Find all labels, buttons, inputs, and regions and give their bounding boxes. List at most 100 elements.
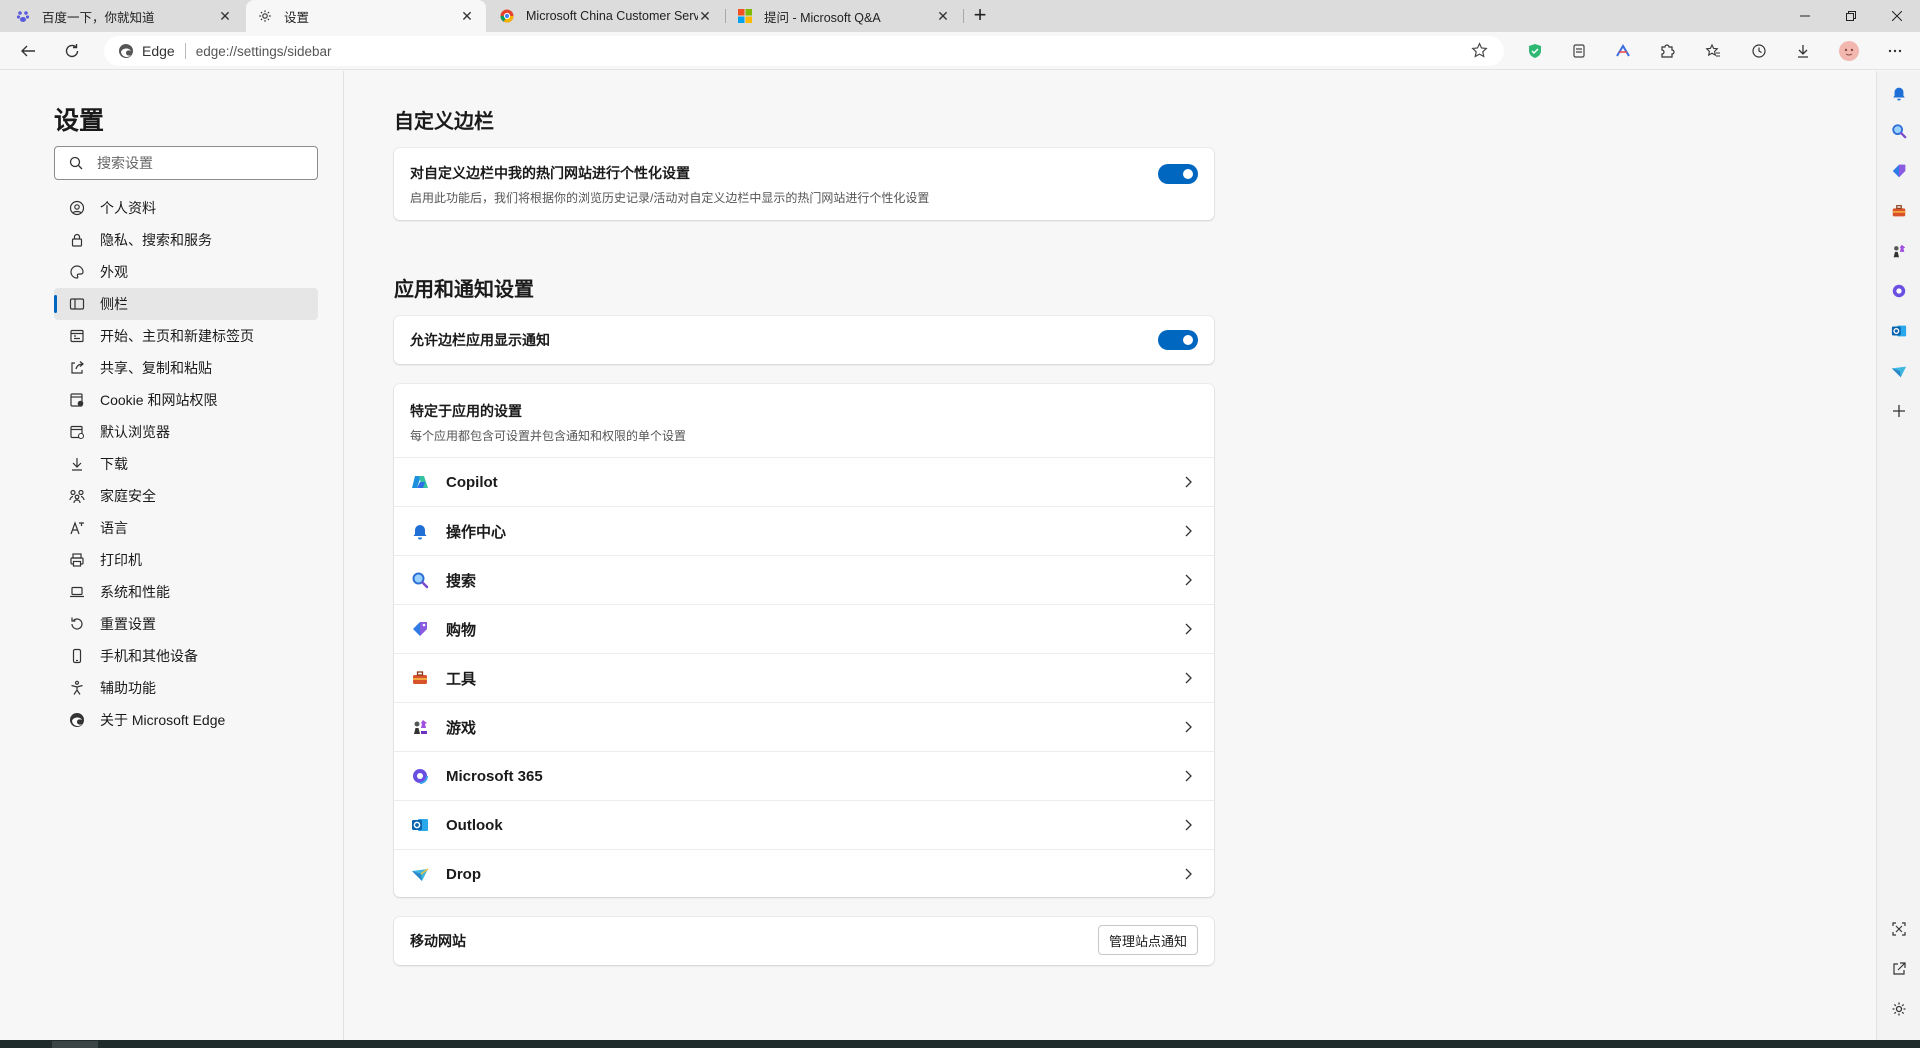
close-icon[interactable]: ✕	[218, 8, 232, 25]
app-row-drop[interactable]: Drop	[394, 849, 1214, 898]
allow-notify-toggle[interactable]	[1158, 330, 1198, 350]
manage-site-notifications-button[interactable]: 管理站点通知	[1097, 925, 1198, 955]
sidebar-item-cookies[interactable]: Cookie 和网站权限	[54, 384, 318, 416]
app-settings-card: 特定于应用的设置 每个应用都包含可设置并包含通知和权限的单个设置 Copilot…	[394, 384, 1214, 897]
mobile-sites-label: 移动网站	[410, 933, 466, 949]
search-icon[interactable]	[1889, 121, 1909, 141]
chevron-right-icon	[1180, 768, 1196, 789]
sidebar-item-language[interactable]: 语言	[54, 512, 318, 544]
m365-icon[interactable]	[1889, 281, 1909, 301]
sidebar-item-privacy[interactable]: 隐私、搜索和服务	[54, 224, 318, 256]
sidebar-item-start-home[interactable]: 开始、主页和新建标签页	[54, 320, 318, 352]
sidebar-item-default-browser[interactable]: 默认浏览器	[54, 416, 318, 448]
close-icon[interactable]: ✕	[936, 8, 950, 25]
toolbox-icon[interactable]	[1889, 201, 1909, 221]
address-separator	[184, 43, 186, 59]
shield-extension-icon[interactable]	[1523, 39, 1547, 63]
sidebar-item-printers[interactable]: 打印机	[54, 544, 318, 576]
history-icon[interactable]	[1747, 39, 1771, 63]
outlook-icon[interactable]	[1889, 321, 1909, 341]
favorite-star-icon[interactable]	[1471, 42, 1488, 64]
app-row-games[interactable]: 游戏	[394, 702, 1214, 751]
outlook-icon	[410, 815, 430, 835]
extensions-icon[interactable]	[1655, 39, 1679, 63]
nav-label: Cookie 和网站权限	[100, 392, 218, 408]
sidebar-item-system[interactable]: 系统和性能	[54, 576, 318, 608]
app-specific-label: 特定于应用的设置	[410, 403, 522, 419]
close-icon[interactable]: ✕	[698, 8, 712, 25]
collections-extension-icon[interactable]	[1567, 39, 1591, 63]
open-external-icon[interactable]	[1889, 959, 1909, 979]
tab-microsoft-support[interactable]: Microsoft China Customer Servic ✕	[488, 0, 724, 32]
more-menu-icon[interactable]	[1883, 39, 1907, 63]
back-button[interactable]	[16, 39, 40, 63]
sidebar-item-about[interactable]: 关于 Microsoft Edge	[54, 704, 318, 736]
sidebar-item-profile[interactable]: 个人资料	[54, 192, 318, 224]
close-icon[interactable]: ✕	[460, 8, 474, 25]
personalize-toggle[interactable]	[1158, 164, 1198, 184]
favorites-icon[interactable]	[1701, 39, 1725, 63]
drop-icon[interactable]	[1889, 361, 1909, 381]
sidebar-item-phone[interactable]: 手机和其他设备	[54, 640, 318, 672]
allow-notify-row: 允许边栏应用显示通知	[394, 316, 1214, 364]
new-tab-button[interactable]: +	[968, 4, 992, 28]
app-row-search[interactable]: 搜索	[394, 555, 1214, 604]
mobile-sites-row: 移动网站 管理站点通知	[394, 917, 1214, 965]
address-bar[interactable]: Edge edge://settings/sidebar	[104, 36, 1504, 66]
tab-microsoft-qa[interactable]: 提问 - Microsoft Q&A ✕	[726, 0, 962, 32]
gear-icon[interactable]	[1889, 999, 1909, 1019]
app-row-outlook[interactable]: Outlook	[394, 800, 1214, 849]
browser-icon	[68, 423, 86, 441]
nav-label: 共享、复制和粘贴	[100, 360, 212, 376]
app-row-m365[interactable]: Microsoft 365	[394, 751, 1214, 800]
language-icon	[68, 519, 86, 537]
minimize-button[interactable]	[1782, 0, 1828, 32]
tab-settings[interactable]: 设置 ✕	[246, 0, 486, 32]
sidebar-item-share[interactable]: 共享、复制和粘贴	[54, 352, 318, 384]
app-row-shopping[interactable]: 购物	[394, 604, 1214, 653]
sidebar-item-accessibility[interactable]: 辅助功能	[54, 672, 318, 704]
edge-sidebar	[1876, 71, 1920, 1040]
close-window-button[interactable]	[1874, 0, 1920, 32]
sidebar-item-reset[interactable]: 重置设置	[54, 608, 318, 640]
sidebar-item-sidebar[interactable]: 侧栏	[54, 288, 318, 320]
downloads-icon[interactable]	[1791, 39, 1815, 63]
tab-baidu[interactable]: 百度一下，你就知道 ✕	[4, 0, 244, 32]
m365-icon	[410, 766, 430, 786]
app-label: Copilot	[446, 473, 498, 491]
search-input[interactable]	[97, 155, 297, 171]
toolbox-icon	[410, 668, 430, 688]
gear-icon	[258, 9, 272, 23]
app-row-action-center[interactable]: 操作中心	[394, 506, 1214, 555]
screenshot-icon[interactable]	[1889, 919, 1909, 939]
nav-label: 家庭安全	[100, 488, 156, 504]
shopping-tag-icon[interactable]	[1889, 161, 1909, 181]
edge-logo-icon	[118, 43, 134, 59]
sidebar-item-downloads[interactable]: 下载	[54, 448, 318, 480]
sidebar-item-family[interactable]: 家庭安全	[54, 480, 318, 512]
taskbar-active-indicator	[52, 1041, 98, 1048]
edge-badge: Edge	[118, 43, 175, 59]
bell-icon[interactable]	[1889, 83, 1909, 103]
restore-button[interactable]	[1828, 0, 1874, 32]
app-row-tools[interactable]: 工具	[394, 653, 1214, 702]
add-icon[interactable]	[1889, 401, 1909, 421]
app-specific-description: 每个应用都包含可设置并包含通知和权限的单个设置	[410, 429, 687, 443]
chess-icon[interactable]	[1889, 241, 1909, 261]
mobile-sites-card: 移动网站 管理站点通知	[394, 917, 1214, 965]
lock-icon	[68, 231, 86, 249]
tab-title: Microsoft China Customer Servic	[526, 9, 698, 23]
settings-search[interactable]	[54, 146, 318, 180]
translate-extension-icon[interactable]	[1611, 39, 1635, 63]
profile-avatar[interactable]	[1837, 39, 1861, 63]
tab-strip: 百度一下，你就知道 ✕ 设置 ✕ Microsoft China Custome…	[0, 0, 1920, 32]
sidebar-item-appearance[interactable]: 外观	[54, 256, 318, 288]
drop-icon	[410, 864, 430, 884]
settings-nav: 设置 个人资料 隐私、搜索和服务 外观 侧栏 开始、主页和新建标签页	[0, 71, 344, 1040]
refresh-button[interactable]	[60, 39, 84, 63]
family-icon	[68, 487, 86, 505]
url-text[interactable]: edge://settings/sidebar	[196, 44, 332, 59]
app-row-copilot[interactable]: Copilot	[394, 457, 1214, 506]
app-label: 购物	[446, 621, 477, 639]
page-title: 设置	[54, 107, 105, 135]
